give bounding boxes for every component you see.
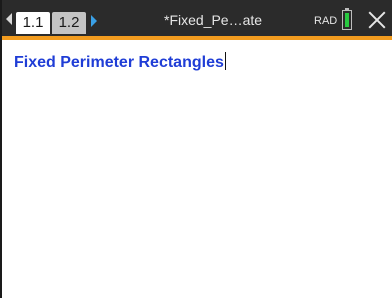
tab-1-1[interactable]: 1.1 <box>16 12 50 34</box>
close-icon[interactable] <box>366 9 388 31</box>
text-cursor <box>224 52 226 70</box>
chevron-right-icon[interactable] <box>91 15 97 27</box>
app-window: 1.1 1.2 *Fixed_Pe…ate RAD Fixed Perimete… <box>0 0 392 298</box>
chevron-left-icon[interactable] <box>6 13 12 25</box>
notes-text-content: Fixed Perimeter Rectangles <box>14 54 224 71</box>
battery-icon <box>342 8 352 30</box>
notes-page[interactable]: Fixed Perimeter Rectangles <box>2 40 392 298</box>
tab-label: 1.2 <box>58 14 80 31</box>
battery-level <box>345 13 349 27</box>
tab-label: 1.1 <box>22 14 44 31</box>
notes-text[interactable]: Fixed Perimeter Rectangles <box>14 52 226 72</box>
angle-mode-indicator: RAD <box>314 15 338 27</box>
document-title: *Fixed_Pe…ate <box>164 12 263 28</box>
top-toolbar: 1.1 1.2 *Fixed_Pe…ate RAD <box>2 0 392 40</box>
tab-1-2[interactable]: 1.2 <box>52 12 86 34</box>
